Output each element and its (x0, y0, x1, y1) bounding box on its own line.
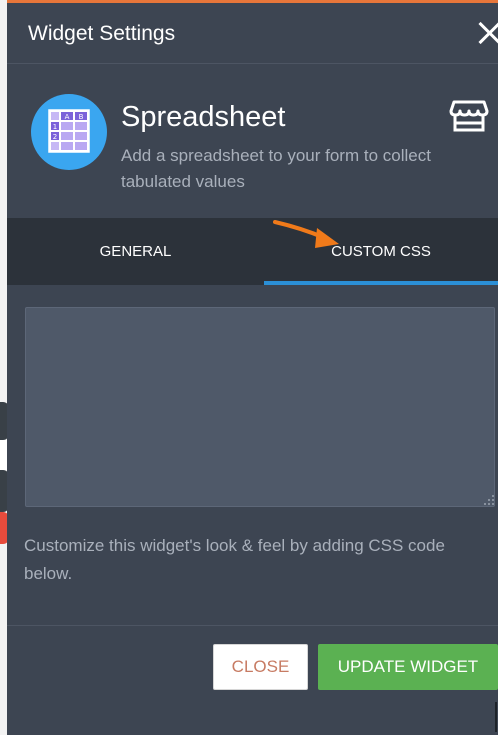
tab-general[interactable]: GENERAL (7, 218, 264, 285)
css-help-text: Customize this widget's look & feel by a… (24, 536, 445, 583)
annotation-arrow-icon (273, 220, 339, 248)
close-icon[interactable] (477, 20, 498, 46)
widget-name: Spreadsheet (121, 101, 286, 133)
footer-divider (7, 625, 498, 626)
store-icon[interactable] (449, 98, 489, 132)
svg-text:A: A (65, 113, 70, 121)
custom-css-editor[interactable] (25, 307, 495, 507)
background-page-edge (0, 0, 7, 735)
settings-tabs: GENERAL CUSTOM CSS (7, 218, 498, 285)
widget-logo: A B 1 2 (31, 94, 107, 170)
close-button[interactable]: CLOSE (213, 644, 308, 690)
svg-text:2: 2 (53, 133, 57, 141)
widget-info: A B 1 2 Spreadsheet Add a spreadsheet to… (7, 64, 498, 218)
widget-description: Add a spreadsheet to your form to collec… (121, 146, 431, 191)
scrollbar[interactable] (495, 702, 497, 732)
svg-text:B: B (79, 113, 84, 121)
modal-header: Widget Settings (7, 3, 498, 64)
svg-text:1: 1 (53, 123, 57, 131)
active-tab-indicator (264, 281, 498, 285)
spreadsheet-grid-icon: A B 1 2 (48, 109, 90, 153)
resize-grip-icon[interactable] (483, 494, 495, 506)
widget-settings-modal: Widget Settings A B 1 2 Spreadsheet Add … (7, 3, 498, 735)
update-widget-button[interactable]: UPDATE WIDGET (318, 644, 498, 690)
modal-title: Widget Settings (28, 22, 176, 45)
